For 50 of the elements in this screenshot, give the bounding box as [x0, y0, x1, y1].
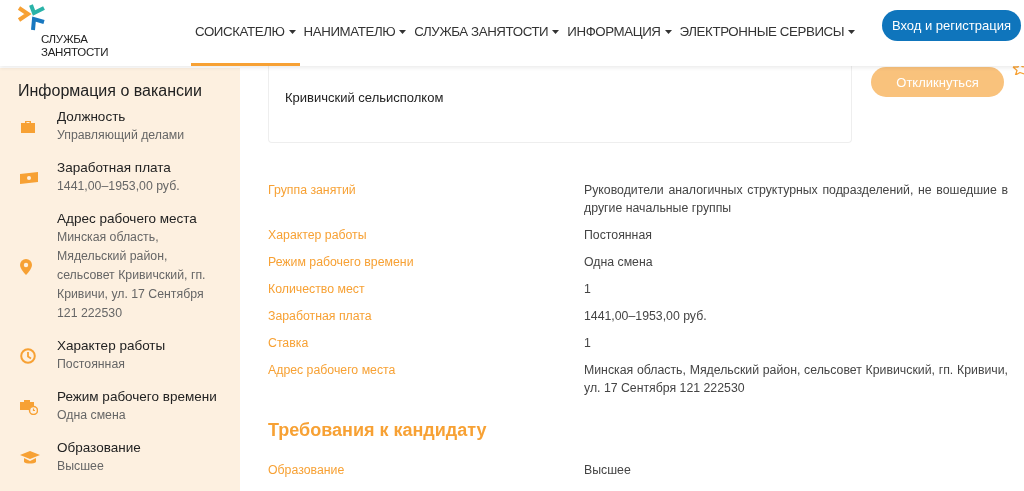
location-pin-icon: [20, 258, 32, 275]
field-label: Образование: [268, 462, 346, 479]
nav-tab[interactable]: ИНФОРМАЦИЯ: [563, 0, 676, 66]
info-label: Режим рабочего времени: [57, 388, 217, 406]
sidebar-title: Информация о вакансии: [17, 82, 203, 100]
info-label: Характер работы: [57, 337, 167, 355]
field-label: Заработная плата: [268, 308, 373, 325]
logo-text: СЛУЖБА: [41, 33, 88, 46]
field-label: Ставка: [268, 335, 310, 352]
banknote-icon: [20, 171, 38, 184]
caret-icon: [552, 29, 560, 34]
info-label: Адрес рабочего места: [57, 210, 198, 228]
graduation-cap-icon: [20, 450, 40, 465]
info-value: Одна смена: [57, 407, 127, 424]
field-value: 1: [584, 335, 592, 352]
info-label: Должность: [57, 108, 127, 126]
field-value: Одна смена: [584, 254, 654, 271]
info-value: Постоянная: [57, 356, 126, 373]
field-label: Характер работы: [268, 227, 368, 244]
login-button[interactable]: Вход и регистрация: [881, 10, 1021, 41]
info-label: Образование: [57, 439, 142, 457]
field-value: Минская область, Мядельский район, сельсовет Кривичский, гп. Кривичи, ул. 17 Сентября 121 222530: [584, 362, 1008, 397]
logo-text: ЗАНЯТОСТИ: [41, 46, 109, 59]
field-label: Группа занятий: [268, 182, 357, 199]
logo-icon[interactable]: [17, 2, 47, 32]
briefcase-clock-icon: [20, 398, 38, 415]
section-heading: Требования к кандидату: [268, 420, 488, 441]
caret-icon: [848, 29, 856, 34]
field-value: 1: [584, 281, 592, 298]
clock-icon: [20, 347, 36, 364]
info-value: 1441,00–1953,00 руб.: [57, 178, 181, 195]
nav-tab[interactable]: СЛУЖБА ЗАНЯТОСТИ: [410, 0, 564, 66]
field-label: Адрес рабочего места: [268, 362, 397, 379]
field-value: Высшее: [584, 462, 632, 479]
field-label: Режим рабочего времени: [268, 254, 415, 271]
field-value: Руководители аналогичных структурных подразделений, не вошедшие в другие начальные группы: [584, 182, 1008, 217]
nav-tab[interactable]: НАНИМАТЕЛЮ: [299, 0, 411, 66]
field-value: Постоянная: [584, 227, 653, 244]
employer-name: Кривичский сельисполком: [285, 89, 444, 105]
info-value: Минская область, Мядельский район, сельсовет Кривичский, гп. Кривичи, ул. 17 Сентября 121 222530: [57, 229, 207, 322]
briefcase-icon: [20, 119, 36, 134]
caret-icon: [664, 29, 672, 34]
caret-icon: [399, 29, 407, 34]
info-value: Высшее: [57, 458, 105, 475]
nav-tab[interactable]: ЭЛЕКТРОННЫЕ СЕРВИСЫ: [675, 0, 860, 66]
info-value: Управляющий делами: [57, 127, 186, 144]
field-label: Количество мест: [268, 281, 366, 298]
info-label: Заработная плата: [57, 159, 172, 177]
caret-icon: [288, 29, 296, 34]
field-value: 1441,00–1953,00 руб.: [584, 308, 708, 325]
